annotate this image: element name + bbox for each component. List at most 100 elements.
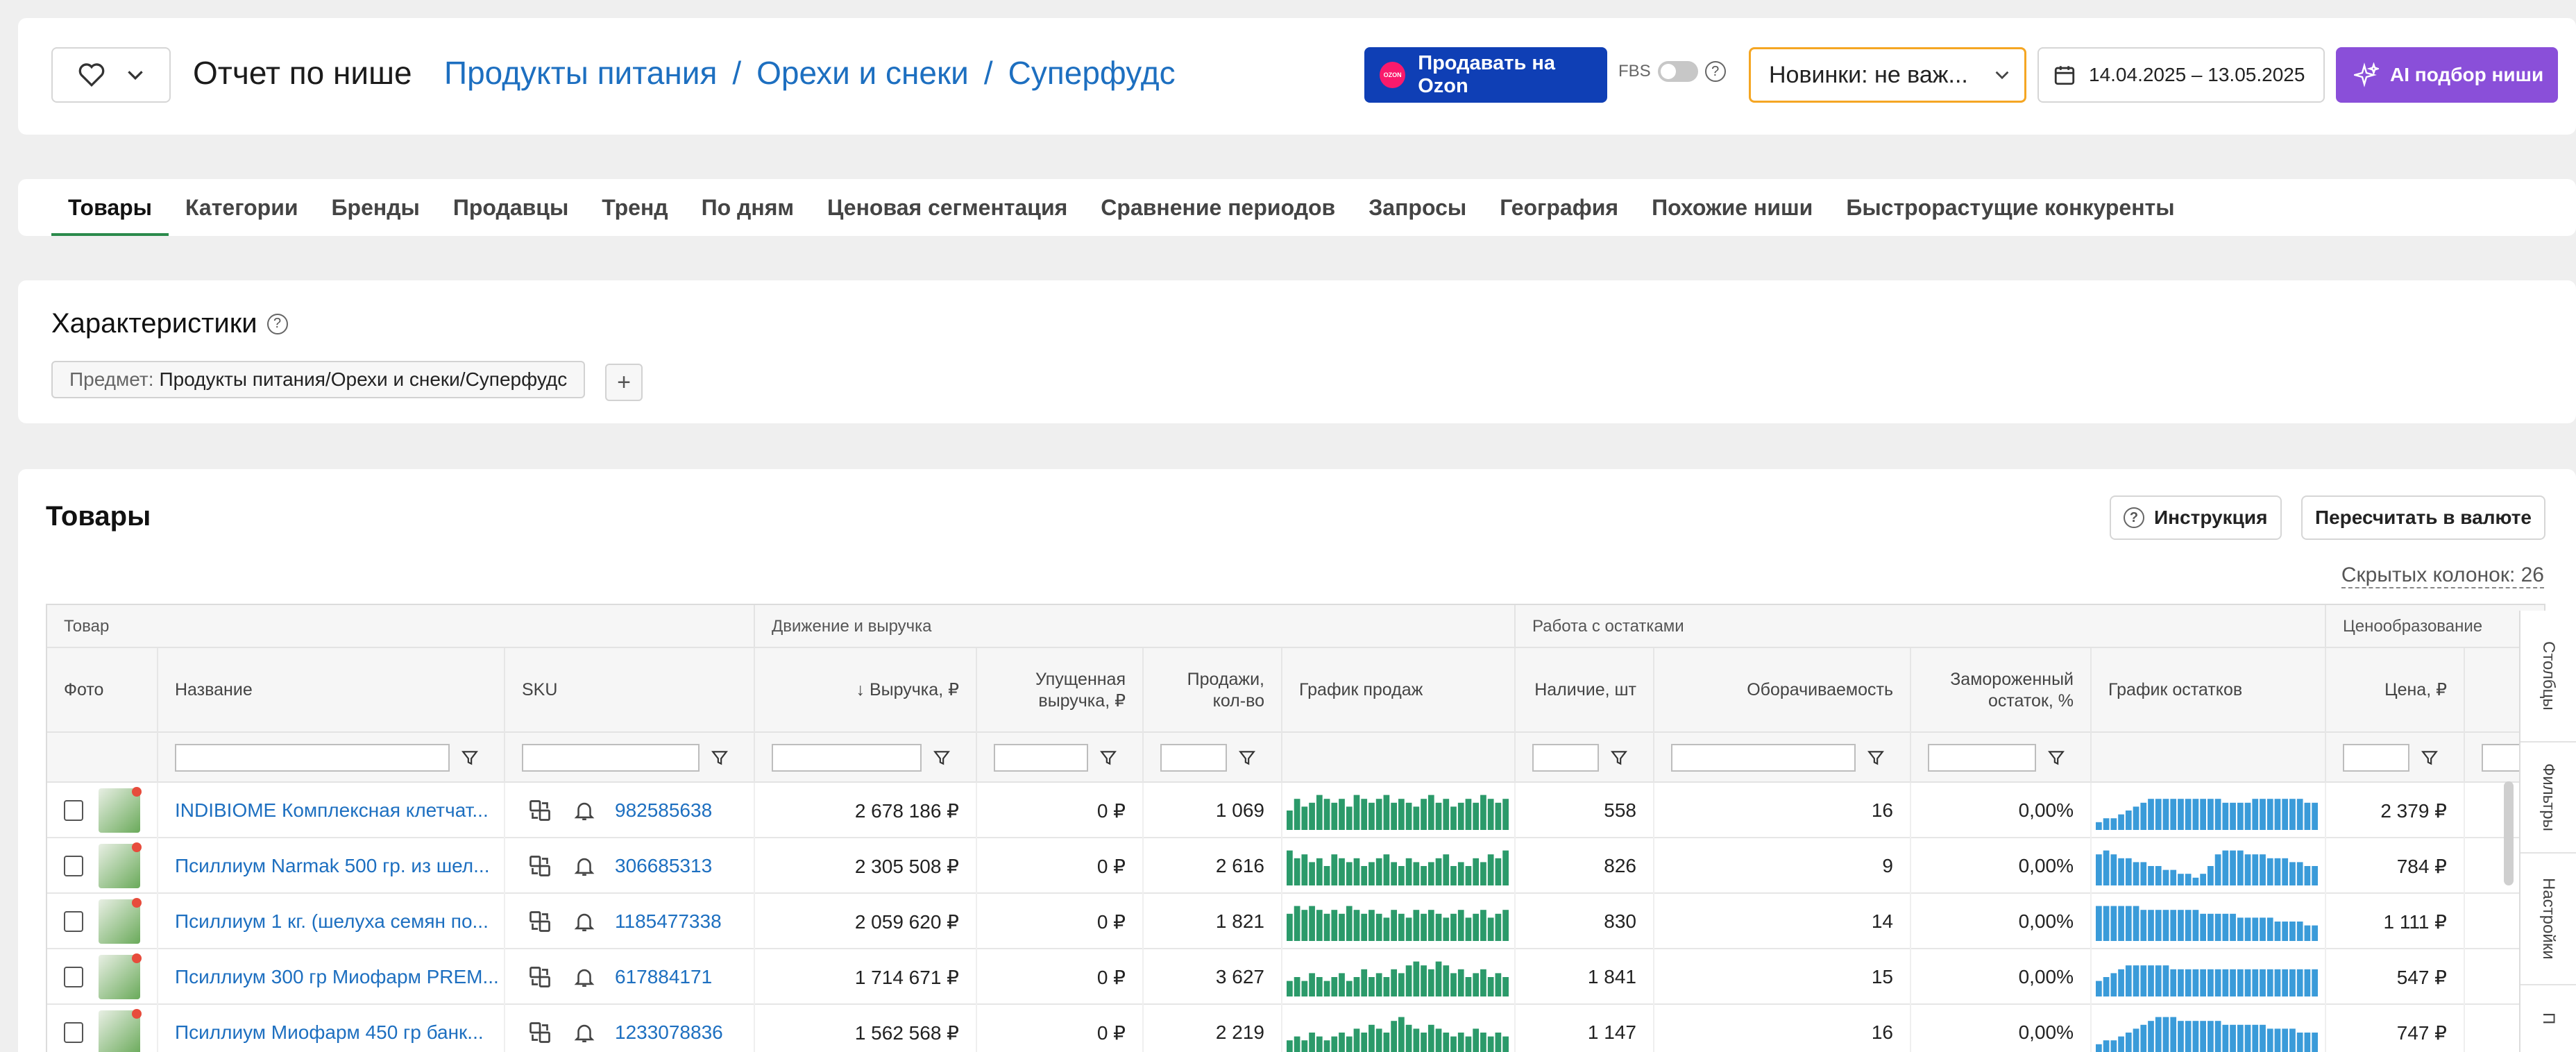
tab-2[interactable]: Бренды (315, 179, 437, 236)
filter-funnel-icon[interactable] (1238, 749, 1256, 767)
bell-icon[interactable] (570, 908, 598, 935)
tab-8[interactable]: Запросы (1352, 179, 1483, 236)
compare-icon[interactable] (526, 1019, 554, 1046)
side-more-tab[interactable]: П (2520, 985, 2576, 1052)
overflow-filter-input[interactable] (2482, 744, 2523, 772)
sku-link[interactable]: 617884171 (615, 966, 712, 988)
product-thumbnail[interactable] (99, 1009, 142, 1052)
sku-link[interactable]: 982585638 (615, 799, 712, 822)
table-row[interactable]: Псиллиум 1 кг. (шелуха семян по... 11854… (47, 894, 2544, 949)
sales-filter-input[interactable] (1160, 744, 1227, 772)
product-name-link[interactable]: Псиллиум Narmak 500 гр. из шел... (175, 855, 489, 877)
compare-icon[interactable] (526, 852, 554, 880)
price-filter-input[interactable] (2343, 744, 2409, 772)
table-scrollbar[interactable] (2504, 781, 2514, 885)
product-thumbnail[interactable] (99, 842, 142, 888)
bell-icon[interactable] (570, 963, 598, 991)
sales-sparkline-bar (1465, 866, 1472, 885)
row-checkbox[interactable] (64, 911, 84, 932)
col-sku[interactable]: SKU (505, 648, 755, 733)
name-filter-input[interactable] (175, 744, 450, 772)
filter-funnel-icon[interactable] (461, 749, 479, 767)
table-row[interactable]: INDIBIOME Комплексная клетчат... 9825856… (47, 783, 2544, 838)
product-name-link[interactable]: INDIBIOME Комплексная клетчат... (175, 799, 489, 822)
col-lost-revenue[interactable]: Упущенная выручка, ₽ (977, 648, 1144, 733)
fbs-toggle[interactable] (1657, 61, 1698, 82)
tab-1[interactable]: Категории (169, 179, 315, 236)
tab-10[interactable]: Похожие ниши (1635, 179, 1829, 236)
tab-3[interactable]: Продавцы (437, 179, 585, 236)
product-thumbnail[interactable] (99, 953, 142, 999)
col-sales[interactable]: Продажи, кол-во (1144, 648, 1282, 733)
tab-4[interactable]: Тренд (585, 179, 684, 236)
revenue-cell: 2 059 620 ₽ (755, 894, 977, 949)
hidden-columns-link[interactable]: Скрытых колонок: 26 (2341, 563, 2544, 588)
compare-icon[interactable] (526, 963, 554, 991)
sell-on-ozon-button[interactable]: OZON Продавать на Ozon (1364, 47, 1607, 103)
side-settings-tab[interactable]: Настройки (2520, 854, 2576, 985)
help-icon[interactable]: ? (266, 313, 288, 334)
tab-6[interactable]: Ценовая сегментация (811, 179, 1084, 236)
col-price[interactable]: Цена, ₽ (2326, 648, 2465, 733)
date-range-picker[interactable]: 14.04.2025 – 13.05.2025 (2037, 47, 2325, 103)
tab-9[interactable]: География (1483, 179, 1635, 236)
bell-icon[interactable] (570, 852, 598, 880)
side-columns-tab[interactable]: Столбцы (2520, 611, 2576, 743)
sku-link[interactable]: 306685313 (615, 855, 712, 877)
novelty-select[interactable]: Новинки: не важ... (1749, 47, 2026, 103)
breadcrumb-item[interactable]: Продукты питания (444, 54, 717, 92)
instruction-button[interactable]: ? Инструкция (2110, 495, 2282, 540)
filter-funnel-icon[interactable] (1610, 749, 1628, 767)
stock-filter-input[interactable] (1532, 744, 1599, 772)
filter-funnel-icon[interactable] (2047, 749, 2065, 767)
tab-0[interactable]: Товары (51, 179, 169, 236)
sku-link[interactable]: 1233078836 (615, 1021, 723, 1044)
row-checkbox[interactable] (64, 800, 84, 821)
filter-funnel-icon[interactable] (711, 749, 729, 767)
side-filters-tab[interactable]: Фильтры (2520, 743, 2576, 854)
breadcrumb-item[interactable]: Орехи и снеки (756, 54, 969, 92)
product-thumbnail[interactable] (99, 898, 142, 944)
col-revenue[interactable]: ↓ Выручка, ₽ (755, 648, 977, 733)
sku-filter-input[interactable] (522, 744, 700, 772)
tab-5[interactable]: По дням (685, 179, 811, 236)
compare-icon[interactable] (526, 797, 554, 824)
convert-currency-button[interactable]: Пересчитать в валюте (2301, 495, 2545, 540)
filter-funnel-icon[interactable] (1867, 749, 1885, 767)
product-thumbnail[interactable] (99, 787, 142, 833)
revenue-filter-input[interactable] (772, 744, 922, 772)
tab-7[interactable]: Сравнение периодов (1084, 179, 1352, 236)
row-checkbox[interactable] (64, 1022, 84, 1043)
filter-funnel-icon[interactable] (2421, 749, 2439, 767)
col-frozen-stock[interactable]: Замороженный остаток, % (1911, 648, 2092, 733)
stock-sparkline-bar (2244, 854, 2251, 885)
bell-icon[interactable] (570, 1019, 598, 1046)
frozen-filter-input[interactable] (1928, 744, 2036, 772)
breadcrumb-item[interactable]: Суперфудс (1008, 54, 1176, 92)
product-name-link[interactable]: Псиллиум Миофарм 450 гр банк... (175, 1021, 484, 1044)
ai-niche-selection-button[interactable]: AI подбор ниши (2336, 47, 2558, 103)
sales-sparkline-bar (1323, 913, 1330, 941)
table-row[interactable]: Псиллиум Narmak 500 гр. из шел... 306685… (47, 838, 2544, 894)
row-checkbox[interactable] (64, 856, 84, 876)
lost-revenue-filter-input[interactable] (994, 744, 1088, 772)
bell-icon[interactable] (570, 797, 598, 824)
tab-11[interactable]: Быстрорастущие конкуренты (1829, 179, 2191, 236)
table-row[interactable]: Псиллиум 300 гр Миофарм PREM... 61788417… (47, 949, 2544, 1005)
sku-link[interactable]: 1185477338 (615, 910, 722, 933)
help-icon[interactable]: ? (1704, 61, 1726, 82)
favorite-dropdown-button[interactable] (51, 47, 171, 103)
compare-icon[interactable] (526, 908, 554, 935)
col-name[interactable]: Название (158, 648, 505, 733)
subject-filter-chip[interactable]: Предмет: Продукты питания/Орехи и снеки/… (51, 361, 586, 398)
product-name-link[interactable]: Псиллиум 300 гр Миофарм PREM... (175, 966, 499, 988)
add-characteristic-button[interactable]: + (605, 364, 643, 401)
turnover-filter-input[interactable] (1671, 744, 1856, 772)
filter-funnel-icon[interactable] (1099, 749, 1117, 767)
table-row[interactable]: Псиллиум Миофарм 450 гр банк... 12330788… (47, 1005, 2544, 1052)
col-turnover[interactable]: Оборачиваемость (1654, 648, 1911, 733)
product-name-link[interactable]: Псиллиум 1 кг. (шелуха семян по... (175, 910, 489, 933)
row-checkbox[interactable] (64, 967, 84, 987)
filter-funnel-icon[interactable] (933, 749, 951, 767)
col-stock[interactable]: Наличие, шт (1516, 648, 1654, 733)
